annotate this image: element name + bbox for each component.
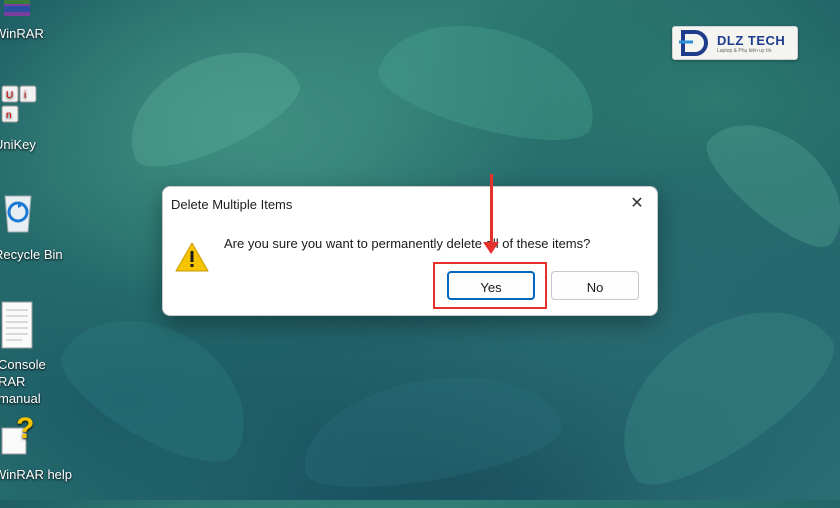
dlz-tech-logo: DLZ TECH Laptop & Phụ kiện uy tín bbox=[672, 26, 798, 60]
delete-confirmation-dialog: Delete Multiple Items ✕ Are you sure you… bbox=[162, 186, 658, 316]
winrar-icon bbox=[0, 0, 34, 20]
dialog-body: Are you sure you want to permanently del… bbox=[163, 221, 657, 315]
dlz-logo-mark-icon bbox=[679, 30, 708, 56]
no-button[interactable]: No bbox=[551, 271, 639, 300]
desktop-icon-label: Console RAR manual bbox=[0, 357, 46, 406]
desktop-icon-label: WinRAR bbox=[0, 26, 44, 41]
help-icon: ? bbox=[0, 410, 34, 455]
close-button[interactable]: ✕ bbox=[623, 191, 651, 217]
desktop-icon-winrar[interactable]: WinRAR bbox=[0, 0, 70, 45]
annotation-highlight-box bbox=[433, 262, 547, 309]
desktop-icon-label: WinRAR help bbox=[0, 467, 73, 482]
recycle-bin-icon bbox=[0, 190, 34, 233]
warning-icon bbox=[175, 241, 209, 273]
document-icon bbox=[0, 300, 34, 349]
svg-text:i: i bbox=[24, 90, 26, 101]
wallpaper-leaf bbox=[45, 287, 275, 483]
dialog-titlebar[interactable]: Delete Multiple Items ✕ bbox=[163, 187, 657, 221]
logo-brand-text: DLZ TECH bbox=[717, 33, 786, 48]
annotation-arrow-shaft bbox=[490, 174, 493, 244]
desktop-icon-recycle-bin[interactable]: Recycle Bin bbox=[0, 188, 70, 268]
wallpaper-leaf bbox=[109, 26, 311, 184]
desktop-icon-label: UniKey bbox=[0, 137, 36, 152]
unikey-icon: U i n bbox=[0, 84, 37, 123]
wallpaper-leaf bbox=[293, 358, 567, 502]
desktop-icon-label: Recycle Bin bbox=[0, 247, 63, 262]
desktop-icon-winrar-help[interactable]: ? WinRAR help bbox=[0, 410, 73, 490]
dialog-message: Are you sure you want to permanently del… bbox=[224, 236, 591, 251]
logo-tagline: Laptop & Phụ kiện uy tín bbox=[717, 48, 772, 54]
annotation-arrow-head bbox=[483, 242, 499, 254]
svg-text:?: ? bbox=[16, 412, 34, 445]
svg-text:U: U bbox=[6, 90, 13, 101]
svg-text:n: n bbox=[6, 110, 12, 121]
desktop-icon-unikey[interactable]: U i n UniKey bbox=[0, 80, 70, 155]
wallpaper-leaf bbox=[693, 97, 840, 263]
desktop-icon-console-rar-manual[interactable]: Console RAR manual bbox=[0, 298, 70, 406]
dialog-title: Delete Multiple Items bbox=[171, 197, 293, 212]
wallpaper-leaf bbox=[370, 3, 610, 157]
close-icon: ✕ bbox=[630, 195, 644, 212]
